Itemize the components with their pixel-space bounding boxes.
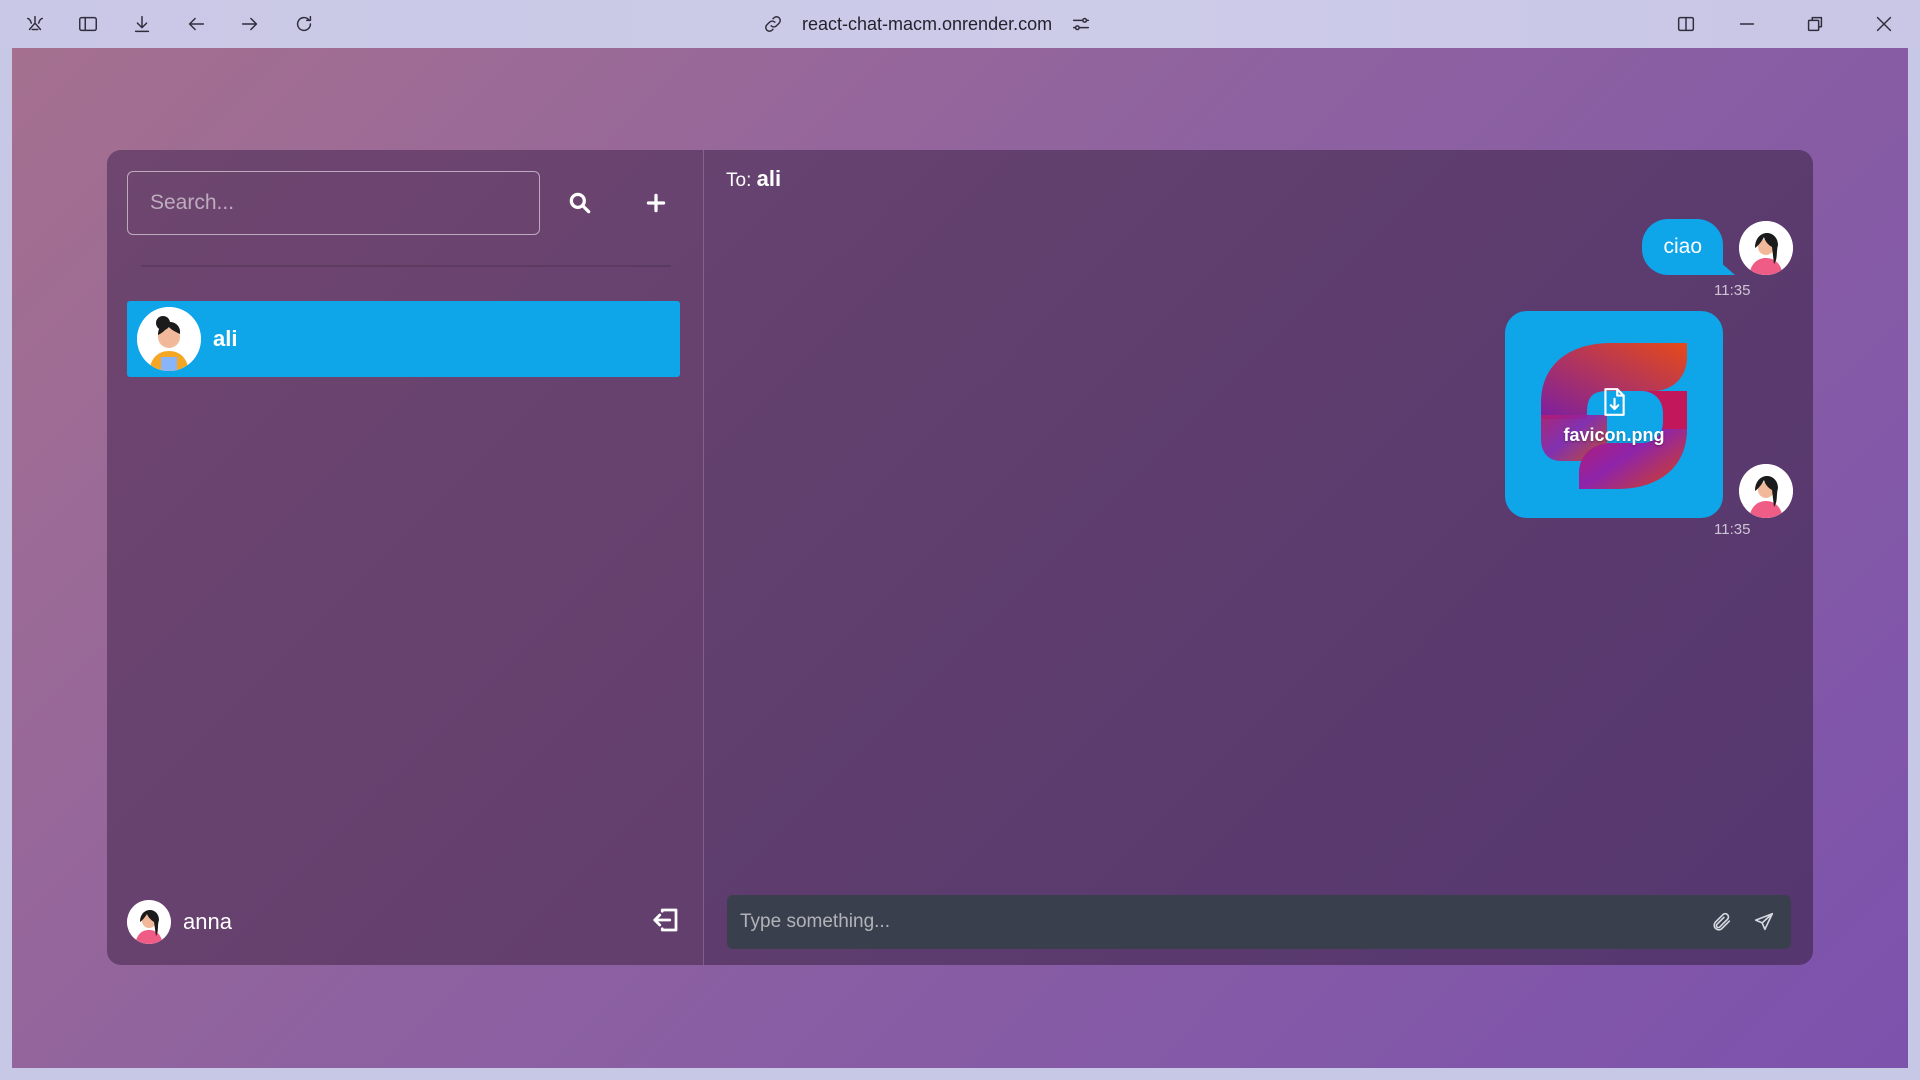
site-settings-icon[interactable] bbox=[1070, 13, 1092, 35]
sidebar-icon[interactable] bbox=[74, 10, 102, 38]
plus-icon bbox=[646, 193, 666, 213]
search-box bbox=[127, 171, 540, 235]
to-label: To: bbox=[726, 170, 752, 191]
app-menu-icon[interactable] bbox=[21, 10, 49, 38]
message-row: ciao bbox=[1642, 219, 1793, 275]
link-icon bbox=[765, 16, 781, 32]
attach-button[interactable] bbox=[1701, 901, 1743, 943]
message-input[interactable] bbox=[727, 895, 1701, 949]
message-time: 11:35 bbox=[1714, 282, 1751, 299]
sidebar-divider bbox=[141, 265, 671, 267]
minimize-icon[interactable] bbox=[1733, 10, 1761, 38]
chat-app: ali anna To: ali bbox=[107, 150, 1813, 965]
close-icon[interactable] bbox=[1870, 10, 1898, 38]
message-time: 11:35 bbox=[1714, 521, 1751, 538]
forward-icon[interactable] bbox=[236, 10, 264, 38]
sidebar: ali anna bbox=[107, 150, 704, 965]
logout-button[interactable] bbox=[648, 902, 684, 938]
page-viewport: ali anna To: ali bbox=[12, 48, 1908, 1068]
download-icon[interactable] bbox=[128, 10, 156, 38]
contact-name: ali bbox=[213, 326, 238, 351]
browser-toolbar: react-chat-macm.onrender.com bbox=[0, 0, 1920, 48]
message-composer bbox=[727, 895, 1791, 949]
user-name: anna bbox=[183, 909, 232, 934]
message-row: favicon.png bbox=[1505, 311, 1793, 518]
contact-item-ali[interactable]: ali bbox=[127, 301, 680, 377]
recipient-name: ali bbox=[756, 166, 782, 191]
file-name: favicon.png bbox=[1563, 425, 1665, 445]
file-download-icon[interactable] bbox=[1601, 387, 1627, 417]
current-user: anna bbox=[127, 900, 232, 944]
url-text[interactable]: react-chat-macm.onrender.com bbox=[802, 14, 1052, 35]
search-icon bbox=[569, 192, 591, 214]
message-avatar bbox=[1739, 221, 1793, 275]
send-button[interactable] bbox=[1743, 901, 1785, 943]
user-avatar bbox=[127, 900, 171, 944]
file-attachment[interactable]: favicon.png bbox=[1505, 311, 1723, 518]
send-icon bbox=[1754, 912, 1774, 931]
message-bubble[interactable]: ciao bbox=[1642, 219, 1735, 275]
file-info: favicon.png bbox=[1505, 387, 1723, 446]
paperclip-icon bbox=[1713, 912, 1731, 931]
restore-icon[interactable] bbox=[1801, 10, 1829, 38]
chat-header: To: ali bbox=[726, 166, 781, 192]
message-text: ciao bbox=[1663, 235, 1702, 258]
address-bar[interactable]: react-chat-macm.onrender.com bbox=[762, 10, 1092, 38]
back-icon[interactable] bbox=[182, 10, 210, 38]
split-view-icon[interactable] bbox=[1672, 10, 1700, 38]
search-button[interactable] bbox=[558, 181, 602, 225]
search-input[interactable] bbox=[127, 171, 540, 235]
contact-avatar bbox=[137, 307, 201, 371]
message-avatar bbox=[1739, 464, 1793, 518]
reload-icon[interactable] bbox=[290, 10, 318, 38]
add-contact-button[interactable] bbox=[634, 181, 678, 225]
chat-panel: To: ali ciao 11:35 favicon.png 11:35 Typ… bbox=[704, 150, 1813, 965]
logout-icon bbox=[653, 908, 678, 932]
